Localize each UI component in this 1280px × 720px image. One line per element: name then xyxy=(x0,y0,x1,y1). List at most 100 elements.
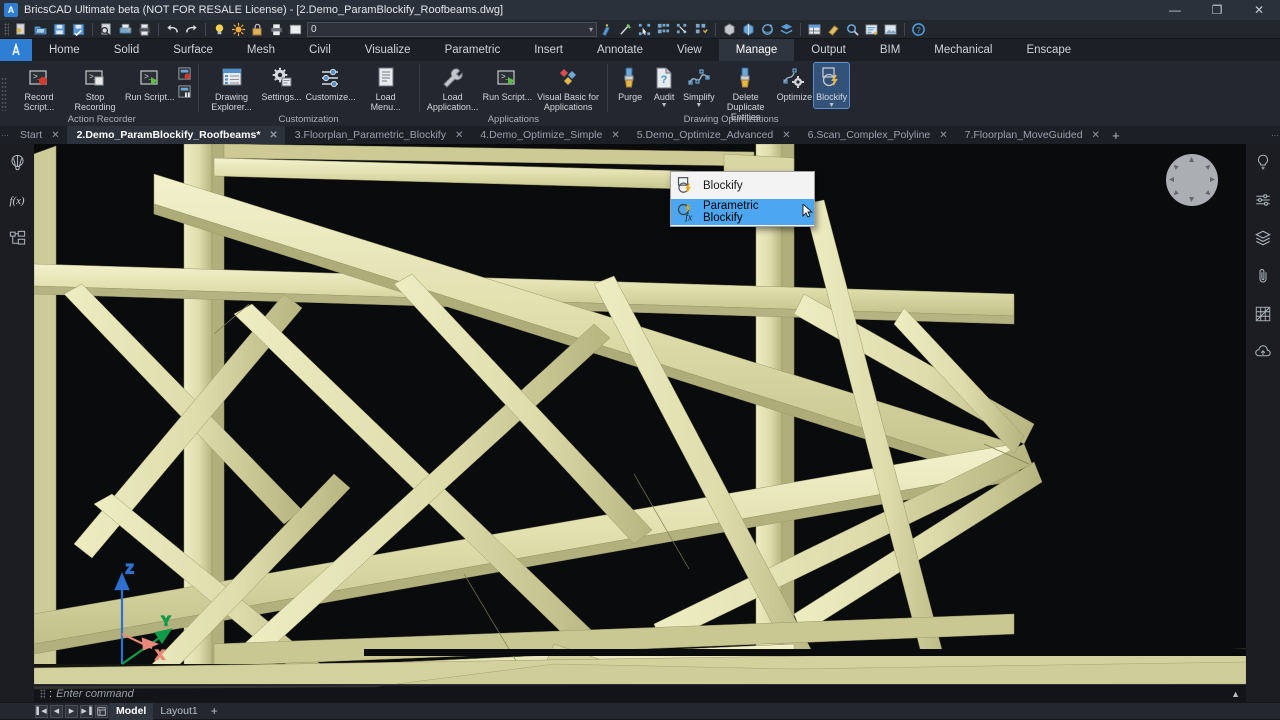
layer-on-icon[interactable] xyxy=(211,21,228,38)
document-tab[interactable]: 5.Demo_Optimize_Advanced ✕ xyxy=(627,126,798,144)
menu-item-blockify[interactable]: Blockify xyxy=(671,173,814,199)
run-script-app-button[interactable]: >_ Run Script... xyxy=(481,63,535,102)
layers-icon[interactable] xyxy=(778,21,795,38)
new-drawing-icon[interactable] xyxy=(13,21,30,38)
insert-pause-icon[interactable] xyxy=(177,83,193,99)
help-icon[interactable]: ? xyxy=(910,21,927,38)
document-tab[interactable]: 6.Scan_Complex_Polyline ✕ xyxy=(798,126,955,144)
stop-recording-button[interactable]: >_ Stop Recording xyxy=(67,63,123,112)
ribbon-tab-mechanical[interactable]: Mechanical xyxy=(917,39,1009,61)
ribbon-tab-manage[interactable]: Manage xyxy=(718,39,795,61)
ribbon-tab-annotate[interactable]: Annotate xyxy=(580,39,660,61)
toolbar-grip[interactable] xyxy=(4,22,9,36)
settings-sliders-icon[interactable] xyxy=(1251,188,1275,212)
chevron-down-icon[interactable]: ▼ xyxy=(695,102,702,109)
ribbon-tab-solid[interactable]: Solid xyxy=(97,39,157,61)
close-icon[interactable]: ✕ xyxy=(455,130,463,141)
cloud-upload-icon[interactable] xyxy=(1251,340,1275,364)
run-script-button[interactable]: >_ Run Script... xyxy=(123,63,177,102)
measure-icon[interactable] xyxy=(617,21,634,38)
command-line-grip[interactable] xyxy=(40,688,45,699)
customize-button[interactable]: Customize... xyxy=(304,63,358,102)
ribbon-tab-civil[interactable]: Civil xyxy=(292,39,348,61)
structure-tree-icon[interactable] xyxy=(5,226,29,250)
maximize-button[interactable]: ❐ xyxy=(1196,0,1238,20)
image-icon[interactable] xyxy=(882,21,899,38)
grid-tool-icon[interactable] xyxy=(693,21,710,38)
record-script-button[interactable]: >_ Record Script... xyxy=(11,63,67,112)
command-input[interactable]: Enter command xyxy=(56,688,134,700)
drawing-explorer-button[interactable]: Drawing Explorer... xyxy=(204,63,260,112)
command-line[interactable]: : Enter command ▲ xyxy=(34,684,1246,702)
rotate-3d-icon[interactable] xyxy=(759,21,776,38)
doc-tab-menu-icon[interactable]: ⋯ xyxy=(1270,130,1280,140)
document-tab[interactable]: 3.Floorplan_Parametric_Blockify ✕ xyxy=(285,126,471,144)
load-application-button[interactable]: Load Application... xyxy=(425,63,481,112)
attachment-clip-icon[interactable] xyxy=(1251,264,1275,288)
close-icon[interactable]: ✕ xyxy=(782,130,790,141)
nav-prev-button[interactable]: ◀ xyxy=(50,704,63,718)
document-tab[interactable]: 4.Demo_Optimize_Simple ✕ xyxy=(470,126,626,144)
close-button[interactable]: ✕ xyxy=(1238,0,1280,20)
shape-icon[interactable] xyxy=(740,21,757,38)
save-icon[interactable] xyxy=(51,21,68,38)
page-setup-icon[interactable] xyxy=(117,21,134,38)
layer-plot-icon[interactable] xyxy=(268,21,285,38)
solid-icon[interactable] xyxy=(721,21,738,38)
array-icon[interactable] xyxy=(655,21,672,38)
add-layout-button[interactable]: + xyxy=(205,704,224,718)
audit-button[interactable]: ? Audit ▼ xyxy=(647,63,681,109)
render-grid-icon[interactable] xyxy=(1251,302,1275,326)
ribbon-tab-surface[interactable]: Surface xyxy=(156,39,230,61)
nav-first-button[interactable]: ▌◀ xyxy=(35,704,48,718)
document-tab[interactable]: Start ✕ xyxy=(10,126,67,144)
menu-item-parametric-blockify[interactable]: fx Parametric Blockify xyxy=(671,199,814,225)
load-menu-button[interactable]: Load Menu... xyxy=(358,63,414,112)
print-preview-icon[interactable] xyxy=(98,21,115,38)
chevron-down-icon[interactable]: ▼ xyxy=(661,102,668,109)
tab-layout1[interactable]: Layout1 xyxy=(153,703,204,720)
layers-stack-icon[interactable] xyxy=(1251,226,1275,250)
table-icon[interactable] xyxy=(806,21,823,38)
close-icon[interactable]: ✕ xyxy=(51,130,59,141)
document-tab[interactable]: 2.Demo_ParamBlockify_Roofbeams* ✕ xyxy=(66,126,285,144)
match-properties-icon[interactable] xyxy=(598,21,615,38)
minimize-button[interactable]: — xyxy=(1154,0,1196,20)
notes-icon[interactable] xyxy=(863,21,880,38)
print-icon[interactable] xyxy=(136,21,153,38)
ribbon-app-menu-button[interactable] xyxy=(0,39,32,61)
sheet-list-icon[interactable] xyxy=(95,704,108,718)
lookfrom-widget[interactable] xyxy=(1166,154,1218,206)
close-icon[interactable]: ✕ xyxy=(1092,130,1100,141)
ribbon-tab-bim[interactable]: BIM xyxy=(863,39,917,61)
light-bulb-icon[interactable] xyxy=(1251,150,1275,174)
settings-button[interactable]: Settings... xyxy=(260,63,304,102)
ribbon-tab-output[interactable]: Output xyxy=(794,39,863,61)
layer-lock-icon[interactable] xyxy=(249,21,266,38)
chevron-down-icon[interactable]: ▼ xyxy=(828,102,835,109)
ribbon-tab-insert[interactable]: Insert xyxy=(517,39,580,61)
ribbon-tab-visualize[interactable]: Visualize xyxy=(348,39,428,61)
optimize-button[interactable]: Optimize xyxy=(775,63,815,102)
layer-dropdown[interactable]: 0 ▾ xyxy=(307,21,597,37)
scale-icon[interactable] xyxy=(674,21,691,38)
selection-icon[interactable] xyxy=(636,21,653,38)
undo-icon[interactable] xyxy=(164,21,181,38)
new-tab-button[interactable]: + xyxy=(1107,126,1125,144)
nav-last-button[interactable]: ▶▐ xyxy=(80,704,93,718)
doc-tab-overflow-icon[interactable]: ⋯ xyxy=(0,130,10,140)
close-icon[interactable]: ✕ xyxy=(269,130,277,141)
purge-button[interactable]: Purge xyxy=(613,63,647,102)
open-drawing-icon[interactable] xyxy=(32,21,49,38)
close-icon[interactable]: ✕ xyxy=(939,130,947,141)
layer-color-swatch[interactable] xyxy=(287,21,304,38)
command-expand-icon[interactable]: ▲ xyxy=(1231,689,1240,699)
close-icon[interactable]: ✕ xyxy=(611,130,619,141)
ribbon-tab-enscape[interactable]: Enscape xyxy=(1009,39,1088,61)
simplify-button[interactable]: Simplify ▼ xyxy=(681,63,717,109)
vba-button[interactable]: Visual Basic for Applications xyxy=(534,63,602,112)
zoom-tool-icon[interactable] xyxy=(844,21,861,38)
insert-message-icon[interactable] xyxy=(177,65,193,81)
nav-next-button[interactable]: ▶ xyxy=(65,704,78,718)
lookfrom-balloon-icon[interactable] xyxy=(5,150,29,174)
